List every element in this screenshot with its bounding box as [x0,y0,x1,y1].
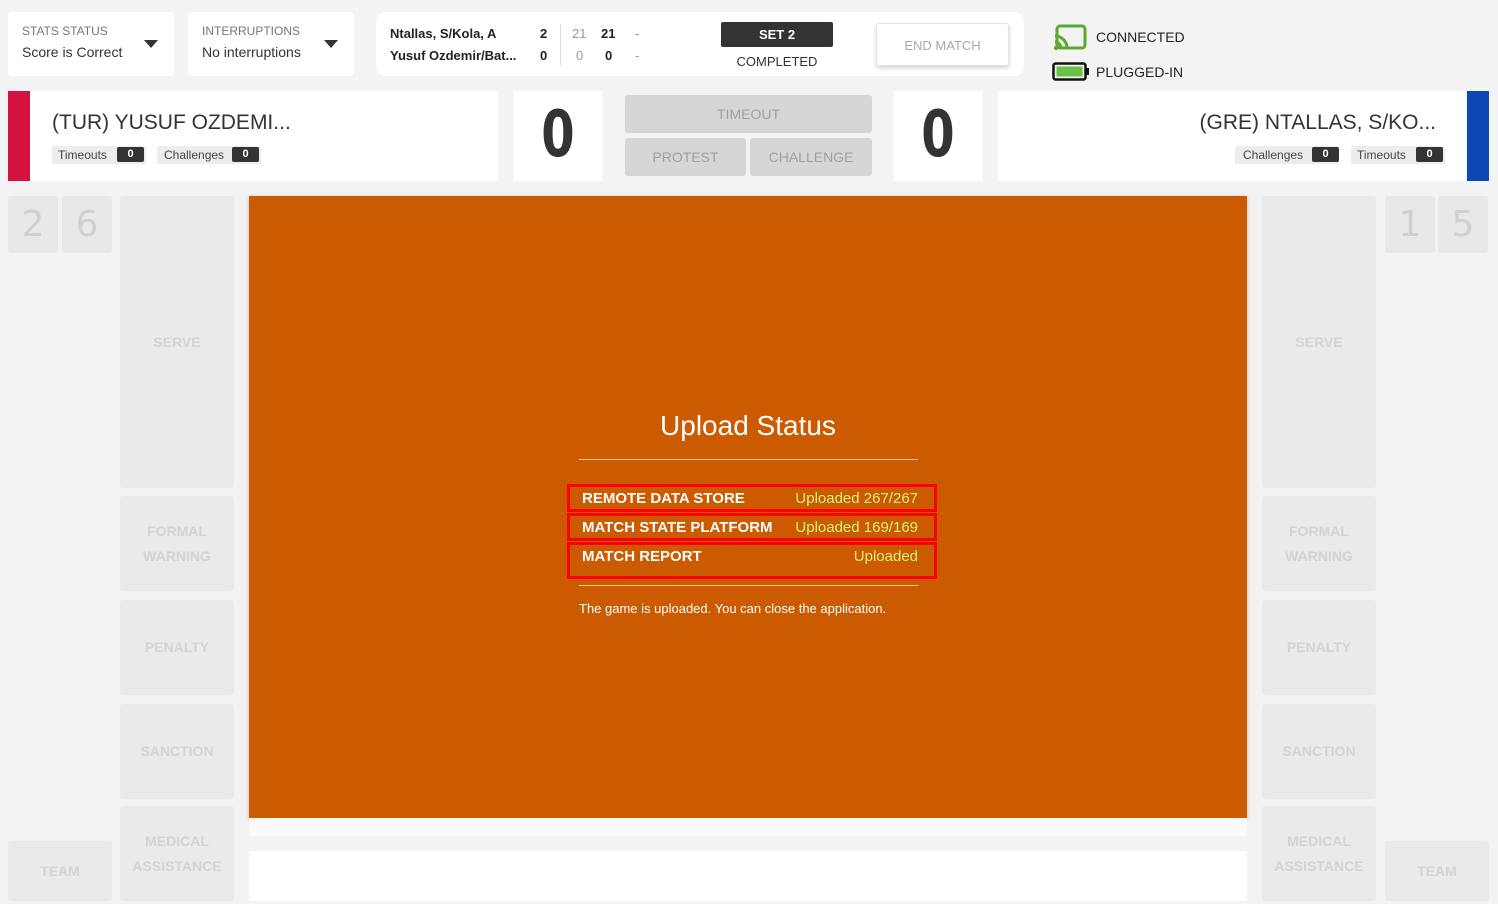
interruptions-value: No interruptions [202,44,301,60]
left-timeouts-label: Timeouts [58,148,107,162]
upload-row-value: Uploaded 169/169 [795,519,918,536]
protest-button[interactable]: PROTEST [625,138,746,176]
right-challenges-pill: Challenges 0 [1235,146,1339,164]
top-set2-score: 21 [601,26,616,41]
right-timeouts-pill: Timeouts 0 [1351,146,1445,164]
end-match-button[interactable]: END MATCH [876,23,1009,66]
left-player-number[interactable]: 2 [8,196,58,253]
left-timeouts-count: 0 [117,147,144,162]
right-team-name: (GRE) NTALLAS, S/KO... [1199,111,1437,134]
assistance-label: ASSISTANCE [1274,857,1364,874]
right-player-number[interactable]: 5 [1438,196,1488,253]
power-status: PLUGGED-IN [1096,64,1184,80]
overlay-shadow-strip [249,818,1247,836]
assistance-label: ASSISTANCE [132,857,222,874]
right-team-panel: (GRE) NTALLAS, S/KO... Challenges 0 Time… [998,91,1466,181]
bottom-set3-score: - [635,48,640,63]
top-sets-won: 2 [540,26,548,41]
sanction-label: SANCTION [140,743,214,759]
serve-label: SERVE [1295,333,1343,350]
right-challenges-count: 0 [1312,147,1339,162]
upload-row-value: Uploaded [853,548,918,565]
right-team-score: 0 [893,91,983,181]
left-team-button[interactable]: TEAM [8,841,112,901]
left-formal-warning-button[interactable]: FORMAL WARNING [120,496,234,591]
divider [579,585,918,586]
right-timeouts-label: Timeouts [1357,148,1406,162]
upload-row-value: Uploaded 267/267 [795,490,918,507]
upload-status-overlay: Upload Status REMOTE DATA STORE Uploaded… [249,196,1247,818]
right-team-button[interactable]: TEAM [1385,841,1489,901]
chevron-down-icon [144,40,158,48]
right-formal-warning-button[interactable]: FORMAL WARNING [1262,496,1376,591]
left-timeouts-pill: Timeouts 0 [52,146,146,164]
bottom-panel [249,851,1247,901]
battery-icon [1052,62,1089,81]
warning-label: WARNING [143,547,211,564]
upload-status-title: Upload Status [660,410,836,441]
right-serve-button[interactable]: SERVE [1262,196,1376,488]
right-team-color-bar [1467,91,1489,181]
penalty-label: PENALTY [144,639,210,655]
right-medical-assistance-button[interactable]: MEDICAL ASSISTANCE [1262,806,1376,901]
left-team-score: 0 [513,91,603,181]
match-scoreboard: Ntallas, S/Kola, A Yusuf Ozdemir/Bat... … [376,12,1024,76]
bottom-set1-score: 0 [576,48,584,63]
warning-label: WARNING [1285,547,1353,564]
formal-label: FORMAL [1289,522,1349,539]
serve-label: SERVE [153,333,201,350]
scoreboard-team-bottom: Yusuf Ozdemir/Bat... [390,48,517,63]
left-serve-button[interactable]: SERVE [120,196,234,488]
left-medical-assistance-button[interactable]: MEDICAL ASSISTANCE [120,806,234,901]
upload-row-key: MATCH REPORT [582,548,702,565]
upload-message: The game is uploaded. You can close the … [579,601,887,616]
medical-label: MEDICAL [1287,832,1351,849]
top-set1-score: 21 [572,26,587,41]
right-sanction-button[interactable]: SANCTION [1262,704,1376,799]
right-penalty-button[interactable]: PENALTY [1262,600,1376,695]
cast-icon [1053,24,1087,51]
upload-row: REMOTE DATA STORE Uploaded 267/267 [567,484,937,512]
penalty-label: PENALTY [1286,639,1352,655]
right-player-number[interactable]: 1 [1385,196,1435,253]
stats-status-value: Score is Correct [22,44,123,60]
right-timeouts-count: 0 [1416,147,1443,162]
stats-status-dropdown[interactable]: STATS STATUS Score is Correct [8,12,174,76]
left-challenges-label: Challenges [164,148,225,162]
left-sanction-button[interactable]: SANCTION [120,704,234,799]
divider [560,24,561,66]
left-team-panel: (TUR) YUSUF OZDEMI... Timeouts 0 Challen… [30,91,498,181]
left-challenges-count: 0 [232,147,259,162]
left-player-number[interactable]: 6 [62,196,112,253]
team-label: TEAM [40,862,80,879]
right-challenges-label: Challenges [1243,148,1304,162]
scoreboard-team-top: Ntallas, S/Kola, A [390,26,497,41]
set-badge: SET 2 [721,22,833,47]
upload-row-key: MATCH STATE PLATFORM [582,519,773,536]
upload-row: MATCH STATE PLATFORM Uploaded 169/169 [567,513,937,541]
left-penalty-button[interactable]: PENALTY [120,600,234,695]
stats-status-label: STATS STATUS [22,24,108,38]
interruptions-dropdown[interactable]: INTERRUPTIONS No interruptions [188,12,354,76]
bottom-set2-score: 0 [605,48,613,63]
upload-row: MATCH REPORT Uploaded [567,542,937,579]
medical-label: MEDICAL [145,832,209,849]
left-team-color-bar [8,91,30,181]
left-team-name: (TUR) YUSUF OZDEMI... [52,111,291,134]
interruptions-label: INTERRUPTIONS [202,24,301,38]
upload-row-key: REMOTE DATA STORE [582,490,745,507]
sanction-label: SANCTION [1282,743,1356,759]
connection-status: CONNECTED [1096,29,1185,45]
divider [579,459,918,460]
formal-label: FORMAL [147,522,207,539]
chevron-down-icon [324,40,338,48]
timeout-button[interactable]: TIMEOUT [625,95,872,133]
set-status: COMPLETED [736,54,818,69]
team-label: TEAM [1417,862,1457,879]
top-set3-score: - [635,26,640,41]
bottom-sets-won: 0 [540,48,548,63]
left-challenges-pill: Challenges 0 [157,146,261,164]
challenge-button[interactable]: CHALLENGE [750,138,872,176]
